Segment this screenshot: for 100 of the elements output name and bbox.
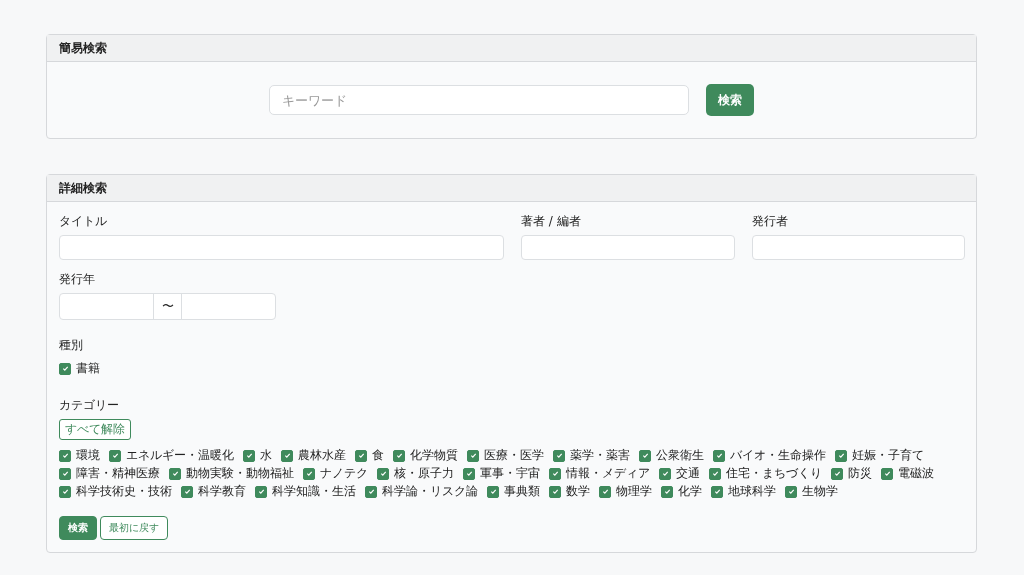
checkbox[interactable] <box>355 449 367 462</box>
checkbox[interactable] <box>599 485 611 498</box>
check-icon <box>551 488 559 495</box>
checkbox[interactable] <box>59 449 71 462</box>
checkbox-label: ナノテク <box>320 466 368 481</box>
checkbox[interactable] <box>713 449 725 462</box>
clear-all-button[interactable]: すべて解除 <box>59 419 131 440</box>
checkbox[interactable] <box>553 449 565 462</box>
checkbox-label: 交通 <box>676 466 700 481</box>
checkbox-label: 医療・医学 <box>484 448 544 463</box>
checkbox[interactable] <box>661 485 673 498</box>
check-icon <box>183 488 191 495</box>
check-icon <box>663 488 671 495</box>
checkbox[interactable] <box>463 467 475 480</box>
checkbox-label: 住宅・まちづくり <box>726 466 822 481</box>
checkbox[interactable] <box>109 449 121 462</box>
text-field[interactable] <box>59 235 504 260</box>
checkbox-label: 電磁波 <box>898 466 934 481</box>
checkbox-label: 数学 <box>566 484 590 499</box>
checkbox[interactable] <box>487 485 499 498</box>
card-header: 詳細検索 <box>47 175 976 202</box>
checkbox[interactable] <box>281 449 293 462</box>
check-icon <box>551 470 559 477</box>
checkbox[interactable] <box>711 485 723 498</box>
check-icon <box>555 452 563 459</box>
checkbox[interactable] <box>835 449 847 462</box>
checkbox-label: 動物実験・動物福祉 <box>186 466 294 481</box>
checkbox-label: 科学論・リスク論 <box>382 484 478 499</box>
checkbox-label: 妊娠・子育て <box>852 448 924 463</box>
checkbox[interactable] <box>377 467 389 480</box>
field-label: 発行者 <box>751 214 789 229</box>
field-label: 著者 / 編者 <box>521 214 582 229</box>
card-header: 簡易検索 <box>47 35 976 62</box>
field-label: カテゴリー <box>59 398 120 413</box>
checkbox[interactable] <box>659 467 671 480</box>
keyword-field[interactable]: キーワード <box>269 85 689 115</box>
checkbox-label: 化学物質 <box>410 448 458 463</box>
checkbox-label: 農林水産 <box>298 448 346 463</box>
check-icon <box>61 365 69 372</box>
range-separator: 〜 <box>153 294 182 319</box>
check-icon <box>661 470 669 477</box>
check-icon <box>833 470 841 477</box>
checkbox[interactable] <box>59 362 71 375</box>
check-icon <box>465 470 473 477</box>
check-icon <box>379 470 387 477</box>
text-field[interactable] <box>751 235 965 260</box>
checkbox-label: 防災 <box>848 466 872 481</box>
checkbox-label: 公衆衛生 <box>656 448 704 463</box>
checkbox-label: 物理学 <box>616 484 652 499</box>
check-icon <box>641 452 649 459</box>
check-icon <box>61 470 69 477</box>
check-icon <box>111 452 119 459</box>
checkbox-label: 地球科学 <box>728 484 776 499</box>
check-icon <box>489 488 497 495</box>
checkbox[interactable] <box>881 467 893 480</box>
check-icon <box>711 470 719 477</box>
checkbox[interactable] <box>467 449 479 462</box>
field-label: 発行年 <box>59 272 96 287</box>
year-range-field[interactable]: 〜 <box>59 293 276 320</box>
check-icon <box>171 470 179 477</box>
checkbox[interactable] <box>639 449 651 462</box>
text-field[interactable] <box>521 235 735 260</box>
check-icon <box>61 452 69 459</box>
checkbox[interactable] <box>243 449 255 462</box>
field-label: タイトル <box>59 214 108 229</box>
reset-button[interactable]: 最初に戻す <box>100 516 168 540</box>
check-icon <box>883 470 891 477</box>
checkbox[interactable] <box>303 467 315 480</box>
checkbox[interactable] <box>59 467 71 480</box>
checkbox[interactable] <box>785 485 797 498</box>
check-icon <box>61 488 69 495</box>
check-icon <box>305 470 313 477</box>
checkbox-label: 科学知識・生活 <box>272 484 356 499</box>
checkbox-label: 薬学・薬害 <box>570 448 630 463</box>
check-icon <box>367 488 375 495</box>
check-icon <box>283 452 291 459</box>
check-icon <box>601 488 609 495</box>
check-icon <box>357 452 365 459</box>
checkbox[interactable] <box>831 467 843 480</box>
checkbox[interactable] <box>549 467 561 480</box>
checkbox-label: 科学教育 <box>198 484 246 499</box>
check-icon <box>469 452 477 459</box>
checkbox-label: 書籍 <box>76 361 100 376</box>
checkbox[interactable] <box>169 467 181 480</box>
checkbox[interactable] <box>549 485 561 498</box>
checkbox[interactable] <box>709 467 721 480</box>
checkbox-label: 科学技術史・技術 <box>76 484 172 499</box>
checkbox-label: 事典類 <box>504 484 540 499</box>
checkbox-label: 食 <box>372 448 384 463</box>
search-button[interactable]: 検索 <box>59 516 97 540</box>
checkbox-label: 水 <box>260 448 272 463</box>
checkbox-label: 環境 <box>76 448 100 463</box>
checkbox[interactable] <box>181 485 193 498</box>
check-icon <box>257 488 265 495</box>
checkbox[interactable] <box>255 485 267 498</box>
checkbox[interactable] <box>365 485 377 498</box>
checkbox[interactable] <box>393 449 405 462</box>
checkbox-label: バイオ・生命操作 <box>730 448 826 463</box>
search-button[interactable]: 検索 <box>706 84 754 116</box>
checkbox[interactable] <box>59 485 71 498</box>
